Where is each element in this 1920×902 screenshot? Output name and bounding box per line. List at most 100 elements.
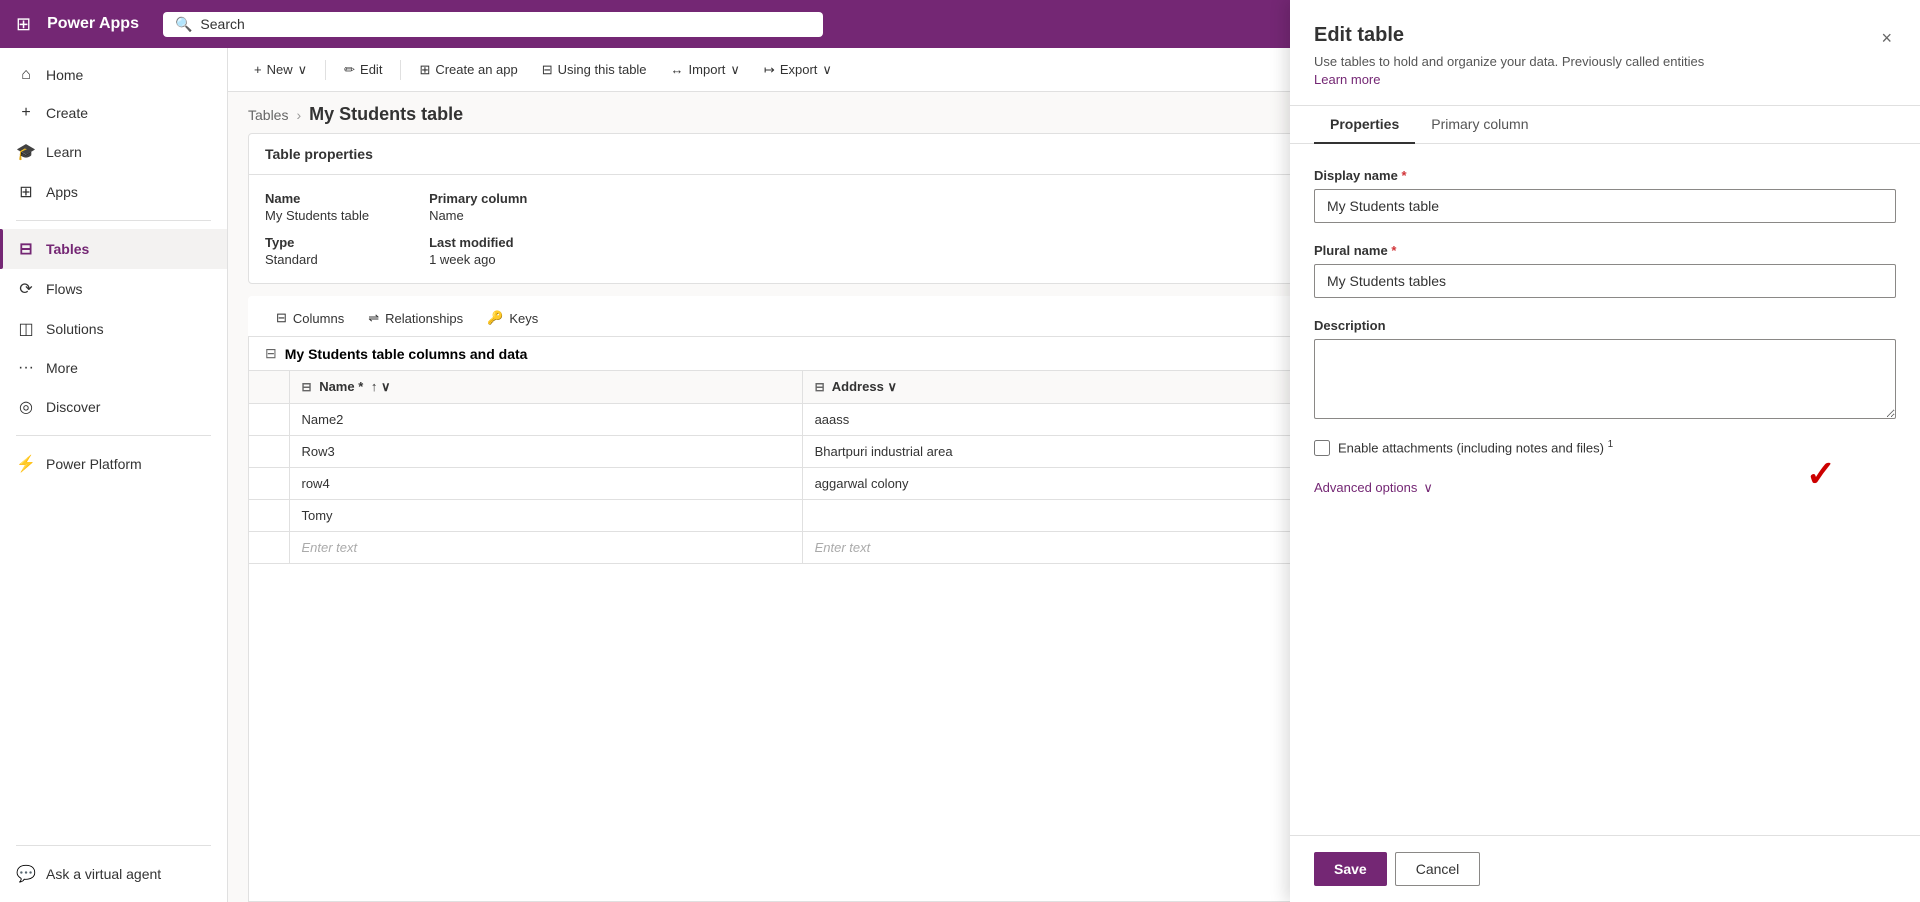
plural-name-label: Plural name * (1314, 243, 1896, 258)
edit-panel-header-text: Edit table Use tables to hold and organi… (1314, 24, 1704, 89)
edit-panel-subtitle: Use tables to hold and organize your dat… (1314, 53, 1704, 89)
attachments-area: Enable attachments (including notes and … (1314, 439, 1896, 455)
cell-name-4[interactable]: Tomy (289, 500, 802, 532)
toolbar-sep-2 (400, 60, 401, 80)
prop-last-modified-value: 1 week ago (429, 252, 527, 267)
row-selector-2[interactable] (249, 436, 289, 468)
col-address-label: Address (832, 379, 884, 394)
save-button[interactable]: Save (1314, 852, 1387, 886)
plural-name-required: * (1391, 243, 1396, 258)
prop-last-modified-label: Last modified (429, 235, 527, 250)
advanced-options-button[interactable]: Advanced options ∨ (1314, 476, 1433, 500)
row-selector-4[interactable] (249, 500, 289, 532)
export-button[interactable]: ↦ Export ∨ (754, 58, 842, 82)
col-header-name[interactable]: ⊟ Name * ↑ ∨ (289, 371, 802, 404)
sidebar: ⌂ Home + Create 🎓 Learn ⊞ Apps ⊟ Tables … (0, 48, 228, 902)
sidebar-item-discover[interactable]: ◎ Discover (0, 387, 227, 427)
columns-icon: ⊟ (276, 310, 287, 326)
edit-button[interactable]: ✏ Edit (334, 58, 392, 82)
import-label: Import (689, 62, 726, 77)
new-label: New (267, 62, 293, 77)
sidebar-item-solutions-label: Solutions (46, 321, 104, 337)
description-label: Description (1314, 318, 1896, 333)
edit-tab-primary-column[interactable]: Primary column (1415, 106, 1544, 144)
sidebar-item-power-platform-label: Power Platform (46, 456, 142, 472)
virtual-agent-icon: 💬 (16, 864, 36, 884)
keys-icon: 🔑 (487, 310, 503, 326)
breadcrumb-parent[interactable]: Tables (248, 107, 288, 123)
sidebar-item-create[interactable]: + Create (0, 94, 227, 132)
display-name-input[interactable] (1314, 189, 1896, 223)
sidebar-item-home[interactable]: ⌂ Home (0, 56, 227, 94)
search-box[interactable]: 🔍 (163, 12, 823, 37)
prop-name-value: My Students table (265, 208, 369, 223)
sidebar-item-create-label: Create (46, 105, 88, 121)
create-app-button[interactable]: ⊞ Create an app (409, 58, 527, 82)
discover-icon: ◎ (16, 397, 36, 417)
sidebar-item-apps-label: Apps (46, 184, 78, 200)
col-name-label: Name * (319, 379, 363, 394)
sidebar-item-flows-label: Flows (46, 281, 83, 297)
prop-name-label: Name (265, 191, 369, 206)
close-panel-button[interactable]: × (1877, 24, 1896, 53)
power-platform-icon: ⚡ (16, 454, 36, 474)
using-table-button[interactable]: ⊟ Using this table (532, 58, 657, 82)
col-selector (249, 371, 289, 404)
import-button[interactable]: ↔ Import ∨ (661, 58, 750, 82)
create-app-icon: ⊞ (419, 62, 430, 78)
schema-tab-columns[interactable]: ⊟ Columns (264, 302, 356, 336)
cell-name-1[interactable]: Name2 (289, 404, 802, 436)
description-group: Description (1314, 318, 1896, 419)
edit-tab-properties[interactable]: Properties (1314, 106, 1415, 144)
sidebar-item-learn-label: Learn (46, 144, 82, 160)
attachments-superscript: 1 (1608, 439, 1614, 450)
learn-more-link[interactable]: Learn more (1314, 72, 1380, 87)
edit-panel-subtitle-text: Use tables to hold and organize your dat… (1314, 54, 1704, 69)
cell-enter-name[interactable]: Enter text (289, 532, 802, 564)
sidebar-item-flows[interactable]: ⟳ Flows (0, 269, 227, 309)
description-input[interactable] (1314, 339, 1896, 419)
search-icon: 🔍 (175, 16, 192, 33)
sidebar-item-tables[interactable]: ⊟ Tables (0, 229, 227, 269)
prop-type-value: Standard (265, 252, 369, 267)
export-chevron-icon: ∨ (822, 62, 832, 78)
row-selector-1[interactable] (249, 404, 289, 436)
flows-icon: ⟳ (16, 279, 36, 299)
sidebar-item-virtual-agent[interactable]: 💬 Ask a virtual agent (0, 854, 227, 894)
attachments-label: Enable attachments (including notes and … (1338, 439, 1613, 455)
edit-icon: ✏ (344, 62, 355, 78)
plural-name-input[interactable] (1314, 264, 1896, 298)
attachments-checkbox[interactable] (1314, 440, 1330, 456)
sidebar-item-solutions[interactable]: ◫ Solutions (0, 309, 227, 349)
waffle-icon[interactable]: ⊞ (12, 10, 35, 39)
attachments-row: Enable attachments (including notes and … (1314, 439, 1896, 455)
enter-text-address: Enter text (815, 540, 871, 555)
row-selector-enter[interactable] (249, 532, 289, 564)
home-icon: ⌂ (16, 66, 36, 84)
using-table-icon: ⊟ (542, 62, 553, 78)
schema-tab-relationships[interactable]: ⇌ Relationships (356, 302, 475, 336)
app-title: Power Apps (47, 15, 139, 33)
columns-tab-label: Columns (293, 311, 344, 326)
sidebar-item-virtual-agent-label: Ask a virtual agent (46, 866, 161, 882)
sidebar-divider-3 (16, 845, 211, 846)
sidebar-item-apps[interactable]: ⊞ Apps (0, 172, 227, 212)
props-col-left: Name My Students table Type Standard (265, 191, 369, 267)
cell-name-2[interactable]: Row3 (289, 436, 802, 468)
cell-name-3[interactable]: row4 (289, 468, 802, 500)
sidebar-divider-2 (16, 435, 211, 436)
prop-primary-column-value: Name (429, 208, 527, 223)
sidebar-item-power-platform[interactable]: ⚡ Power Platform (0, 444, 227, 484)
cancel-button[interactable]: Cancel (1395, 852, 1481, 886)
data-section-icon: ⊟ (265, 345, 277, 362)
sidebar-item-more[interactable]: ··· More (0, 349, 227, 387)
sidebar-item-learn[interactable]: 🎓 Learn (0, 132, 227, 172)
row-selector-3[interactable] (249, 468, 289, 500)
apps-icon: ⊞ (16, 182, 36, 202)
edit-panel-body: Display name * Plural name * Description… (1290, 144, 1920, 835)
schema-tab-keys[interactable]: 🔑 Keys (475, 302, 550, 336)
search-input[interactable] (200, 16, 811, 32)
breadcrumb-separator: › (296, 107, 301, 123)
tables-icon: ⊟ (16, 239, 36, 259)
new-button[interactable]: + New ∨ (244, 58, 317, 82)
